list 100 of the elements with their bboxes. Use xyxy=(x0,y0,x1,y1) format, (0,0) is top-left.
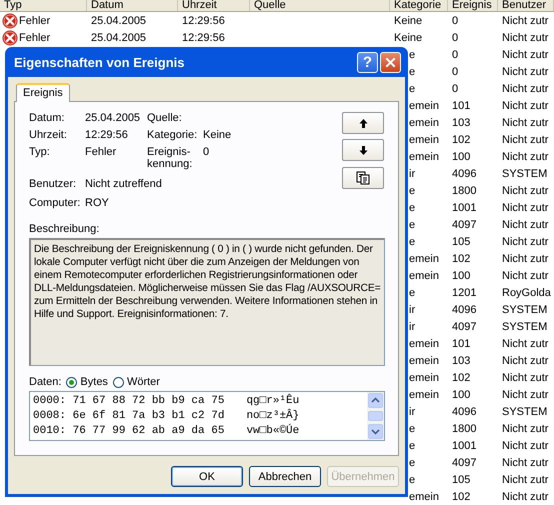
table-cell: Fehler xyxy=(19,32,50,44)
table-cell-text: 0 xyxy=(451,48,460,60)
table-cell-text: 1001 xyxy=(451,202,478,214)
column-header[interactable]: Benutzer xyxy=(498,0,554,11)
close-icon xyxy=(384,56,397,68)
table-cell-text: 100 xyxy=(451,388,472,400)
table-cell-text: Nicht zutr xyxy=(501,100,550,112)
table-cell-text: ir xyxy=(408,406,416,418)
tab[interactable]: Ereignis xyxy=(16,83,70,102)
table-cell-text: SYSTEM xyxy=(501,304,548,316)
table-cell-text: 103 xyxy=(451,116,472,128)
table-cell-text: 105 xyxy=(451,474,472,486)
table-cell-text: Keine xyxy=(393,14,424,26)
table-cell-text: Nicht zutr xyxy=(501,82,550,94)
table-cell-text: 101 xyxy=(451,100,472,112)
field-label: Typ: xyxy=(29,146,51,158)
column-header[interactable]: Ereignis xyxy=(448,0,498,11)
table-cell-text: Nicht zutr xyxy=(501,134,550,146)
table-cell-text: e xyxy=(408,440,416,452)
table-cell-text: Nicht zutr xyxy=(501,354,550,366)
data-label: Daten: xyxy=(29,376,62,388)
copy-icon xyxy=(356,171,370,185)
scrollbar[interactable] xyxy=(367,392,384,440)
copy-button[interactable] xyxy=(342,167,384,189)
ascii-text: qg□r»¹Êu xyxy=(246,394,300,408)
column-header[interactable]: Typ xyxy=(0,0,87,11)
dialog-title: Eigenschaften von Ereignis xyxy=(14,54,186,70)
table-cell-text: Nicht zutr xyxy=(501,422,550,434)
up-chevron-icon xyxy=(371,397,380,404)
field-value: 25.04.2005 xyxy=(85,112,142,124)
table-cell-text: Nicht zutr xyxy=(501,32,550,44)
column-header[interactable]: Quelle xyxy=(250,0,390,11)
table-cell-text: 4096 xyxy=(451,406,478,418)
table-cell-text: 1201 xyxy=(451,286,478,298)
field-label: Benutzer: xyxy=(29,178,78,190)
table-cell-text: 0 xyxy=(451,66,460,78)
next-event-button[interactable] xyxy=(342,139,384,161)
table-cell-text: e xyxy=(408,218,416,230)
column-header[interactable]: Kategorie xyxy=(390,0,448,11)
down-chevron-icon xyxy=(371,428,380,435)
table-cell-text: e xyxy=(408,184,416,196)
hex-bytes: 0008: 6e 6f 81 7a b3 b1 c2 7d xyxy=(33,409,224,424)
table-cell-text: ir xyxy=(408,304,416,316)
table-cell-text: 102 xyxy=(451,372,472,384)
table-cell-text: Nicht zutr xyxy=(501,236,550,248)
field-label: Datum: xyxy=(29,112,66,124)
table-cell-text: 4096 xyxy=(451,168,478,180)
column-header[interactable]: Datum xyxy=(87,0,178,11)
table-cell-text: emein xyxy=(408,100,440,112)
ascii-text: vw□b«©Úe xyxy=(246,424,300,439)
table-cell-text: 4097 xyxy=(451,218,478,230)
table-cell-text: emein xyxy=(408,150,440,162)
table-cell-text: emein xyxy=(408,372,440,384)
table-cell-text: e xyxy=(408,82,416,94)
table-cell-text: 0 xyxy=(451,82,460,94)
table-cell-text: 100 xyxy=(451,270,472,282)
field-value: Nicht zutreffend xyxy=(85,178,163,190)
help-button[interactable]: ? xyxy=(357,52,378,72)
table-cell-text: emein xyxy=(408,354,440,366)
table-cell-text: Nicht zutr xyxy=(501,388,550,400)
field-value: 12:29:56 xyxy=(85,129,129,141)
table-cell-text: e xyxy=(408,474,416,486)
up-arrow-icon xyxy=(358,118,368,128)
table-cell-text: e xyxy=(408,422,416,434)
table-cell-text: 103 xyxy=(451,354,472,366)
description-label: Beschreibung: xyxy=(29,223,100,235)
table-cell-text: Nicht zutr xyxy=(501,202,550,214)
table-cell-text: Nicht zutr xyxy=(501,150,550,162)
table-cell-text: 0 xyxy=(451,32,460,44)
table-cell-text: 1800 xyxy=(451,184,478,196)
table-cell-text: e xyxy=(408,236,416,248)
table-cell-text: Nicht zutr xyxy=(501,456,550,468)
previous-event-button[interactable] xyxy=(342,112,384,134)
table-cell-text: Nicht zutr xyxy=(501,372,550,384)
table-cell-text: Nicht zutr xyxy=(501,218,550,230)
table-cell-text: Nicht zutr xyxy=(501,338,550,350)
dialog-button[interactable]: OK xyxy=(171,466,243,487)
table-cell-text: Keine xyxy=(393,32,424,44)
table-cell-text: SYSTEM xyxy=(501,406,548,418)
table-cell-text: 102 xyxy=(451,490,472,502)
close-button[interactable] xyxy=(380,52,401,72)
table-cell-text: 100 xyxy=(451,150,472,162)
table-cell-text: emein xyxy=(408,134,440,146)
hex-data-box[interactable]: 0000: 71 67 88 72 bb b9 ca 75 qg□r»¹Êu 0008: 6e 6f 81 7a b3 b1 c2 7d no□z³±Â} 0010: 76 77 99 62 ab a9 da 65 vw□b«©Úe xyxy=(29,391,385,441)
table-cell-text: SYSTEM xyxy=(501,168,548,180)
field-label: Kategorie: xyxy=(147,129,198,141)
radio-button[interactable]: Wörter xyxy=(112,376,160,388)
table-cell-text: Nicht zutr xyxy=(501,490,550,502)
field-value: 0 xyxy=(203,146,210,158)
table-cell-text: 12:29:56 xyxy=(181,14,226,26)
table-cell-text: Nicht zutr xyxy=(501,48,550,60)
column-header[interactable]: Uhrzeit xyxy=(178,0,250,11)
table-cell-text: ir xyxy=(408,168,416,180)
dialog-button[interactable]: Abbrechen xyxy=(249,466,321,487)
table-cell-text: 1001 xyxy=(451,440,478,452)
field-value: Fehler xyxy=(85,146,118,158)
table-cell-text: SYSTEM xyxy=(501,320,548,332)
radio-button[interactable]: Bytes xyxy=(66,376,108,388)
table-cell-text: ir xyxy=(408,320,416,332)
table-cell-text: 4097 xyxy=(451,456,478,468)
